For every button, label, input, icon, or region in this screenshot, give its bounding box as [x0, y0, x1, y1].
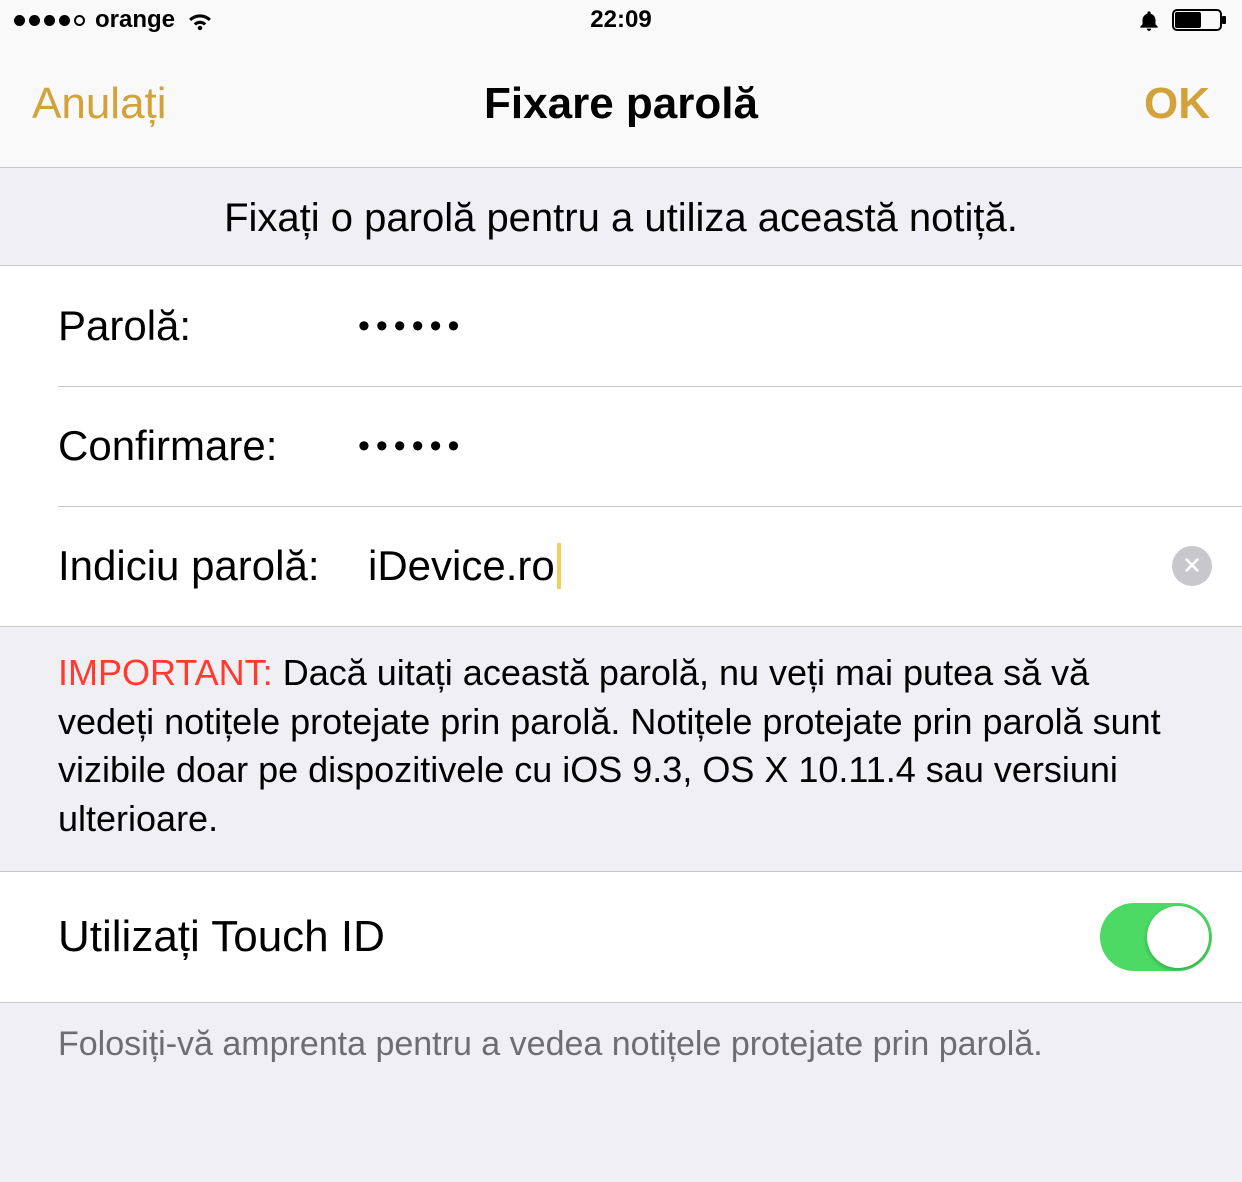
alarm-icon — [1136, 7, 1162, 33]
confirm-label: Confirmare: — [58, 422, 358, 470]
password-row: Parolă: — [0, 266, 1242, 386]
carrier-label: orange — [95, 6, 175, 34]
touchid-group: Utilizați Touch ID — [0, 871, 1242, 1003]
password-label: Parolă: — [58, 302, 358, 350]
clear-button[interactable] — [1172, 546, 1212, 586]
important-label: IMPORTANT: — [58, 652, 273, 693]
close-icon — [1183, 556, 1201, 577]
touchid-row: Utilizați Touch ID — [0, 872, 1242, 1002]
password-input[interactable] — [358, 307, 1212, 346]
confirm-row: Confirmare: — [0, 386, 1242, 506]
password-form-group: Parolă: Confirmare: Indiciu parolă: iDev… — [0, 265, 1242, 627]
section-header: Fixați o parolă pentru a utiliza această… — [0, 168, 1242, 265]
battery-icon — [1172, 8, 1228, 32]
touchid-label: Utilizați Touch ID — [58, 912, 385, 962]
navigation-bar: Anulați Fixare parolă OK — [0, 40, 1242, 168]
important-note: IMPORTANT: Dacă uitați această parolă, n… — [0, 627, 1242, 871]
hint-label: Indiciu parolă: — [58, 542, 368, 590]
touchid-toggle[interactable] — [1100, 903, 1212, 971]
text-cursor — [557, 543, 561, 589]
toggle-knob — [1147, 906, 1209, 968]
hint-row: Indiciu parolă: iDevice.ro — [0, 506, 1242, 626]
ok-button[interactable]: OK — [1144, 79, 1210, 129]
wifi-icon — [185, 8, 215, 32]
hint-value[interactable]: iDevice.ro — [368, 542, 555, 590]
status-bar: orange 22:09 — [0, 0, 1242, 40]
touchid-footer: Folosiți-vă amprenta pentru a vedea noti… — [0, 1003, 1242, 1104]
cancel-button[interactable]: Anulați — [32, 79, 167, 129]
page-title: Fixare parolă — [0, 79, 1242, 129]
confirm-input[interactable] — [358, 427, 1212, 466]
signal-strength-icon — [14, 15, 85, 26]
